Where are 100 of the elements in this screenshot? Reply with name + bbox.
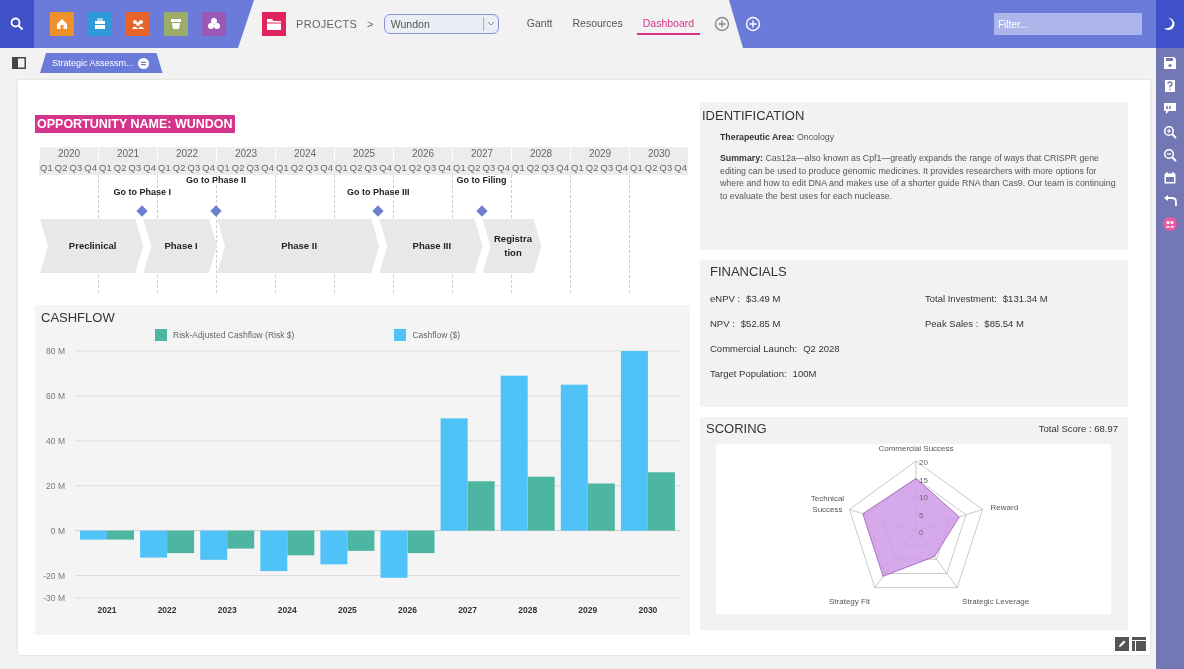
field-value: 100M xyxy=(792,368,817,379)
milestone-label: Go to Phase I xyxy=(113,187,171,197)
scale-label: 10 xyxy=(919,493,928,502)
tab[interactable]: Dashboard xyxy=(636,13,701,35)
field-value: $3.49 M xyxy=(746,293,781,304)
axis-label: 2028 xyxy=(518,605,538,615)
quarter-label: Q1 xyxy=(393,161,408,175)
quarter-label: Q4 xyxy=(83,161,98,175)
quarter-label: Q1 xyxy=(511,161,526,175)
quarter-label: Q4 xyxy=(201,161,216,175)
opportunity-title: OPPORTUNITY NAME: WUNDON xyxy=(35,115,235,133)
breadcrumb-separator: > xyxy=(367,18,374,30)
quarter-label: Q4 xyxy=(496,161,511,175)
quarter-label: Q3 xyxy=(481,161,497,175)
milestone-label: Go to Phase III xyxy=(347,187,410,197)
quarter-label: Q3 xyxy=(422,161,438,175)
breadcrumb[interactable]: PROJECTS xyxy=(296,18,358,30)
view-tab[interactable]: Strategic Assessm... xyxy=(40,53,163,73)
milestone-label: Go to Filing xyxy=(456,175,507,185)
axis-label: Reward xyxy=(990,502,1019,512)
quarter-label: Q4 xyxy=(614,161,629,175)
tab[interactable]: Resources xyxy=(566,13,629,35)
project-select[interactable]: Wundon xyxy=(383,14,499,34)
quarter-label: Q3 xyxy=(540,161,556,175)
axis-label: 2024 xyxy=(277,605,297,615)
quarter-label: Q2 xyxy=(53,161,69,175)
quarter-label: Q4 xyxy=(142,161,157,175)
quarter-label: Q3 xyxy=(245,161,261,175)
quarter-label: Q2 xyxy=(348,161,364,175)
quarter-label: Q3 xyxy=(186,161,202,175)
axis-label: 2025 xyxy=(337,605,357,615)
quarter-label: Q2 xyxy=(584,161,600,175)
axis-label: 2027 xyxy=(458,605,478,615)
axis-label: -20 M xyxy=(43,570,65,581)
phase-chevron: Preclinical xyxy=(40,219,144,273)
field-value: $85.54 M xyxy=(984,318,1024,329)
scale-label: 20 xyxy=(919,458,928,467)
axis-label: Commercial Success xyxy=(878,444,954,453)
quarter-label: Q4 xyxy=(319,161,334,175)
field-value: $131.34 M xyxy=(1002,293,1048,304)
total-score: Total Score : 68.97 xyxy=(1038,423,1118,434)
quarter-label: Q2 xyxy=(525,161,541,175)
info-text: Summary: Cas12a—also known as Cpf1—greatly expands the range of ways that CRISPR gene editing can be used to produce genomic medicines. It provides researchers with more options for where and how to edit DNA and makes use of a shorter guide RNA than Cas9. Our team is continuing to evaluate the best uses for each nuclease. xyxy=(720,151,1117,203)
axis-label: 40 M xyxy=(46,435,65,446)
quarter-label: Q3 xyxy=(658,161,674,175)
quarter-label: Q2 xyxy=(289,161,305,175)
field-label: Target Population: xyxy=(710,368,787,379)
quarter-label: Q4 xyxy=(555,161,570,175)
scale-label: 15 xyxy=(919,475,928,485)
quarter-label: Q4 xyxy=(673,161,688,175)
quarter-label: Q1 xyxy=(98,161,113,175)
axis-label: 0 M xyxy=(50,525,65,536)
quarter-label: Q2 xyxy=(407,161,423,175)
panel-title: IDENTIFICATION xyxy=(702,108,806,123)
field-value: $52.85 M xyxy=(740,318,781,329)
phase-chevron: Registration xyxy=(482,219,542,273)
field-label: Total Investment: xyxy=(925,293,997,304)
phase-chevron: Phase II xyxy=(217,219,380,273)
panel-title: CASHFLOW xyxy=(40,309,116,325)
scale-label: 0 xyxy=(919,528,924,537)
legend-label: Risk-Adjusted Cashflow (Risk $) xyxy=(173,330,295,340)
quarter-label: Q2 xyxy=(466,161,482,175)
quarter-label: Q1 xyxy=(216,161,231,175)
quarter-label: Q3 xyxy=(599,161,615,175)
axis-label: 2026 xyxy=(398,605,417,615)
axis-label: 2021 xyxy=(97,605,117,615)
milestone-label: Go to Phase II xyxy=(186,175,246,185)
axis-label: 2030 xyxy=(638,605,658,615)
tab[interactable]: Gantt xyxy=(520,13,559,35)
quarter-label: Q3 xyxy=(304,161,320,175)
axis-label: 80 M xyxy=(46,346,65,356)
quarter-label: Q2 xyxy=(230,161,246,175)
axis-label: 20 M xyxy=(46,480,65,491)
panel-title: SCORING xyxy=(706,421,767,436)
quarter-label: Q1 xyxy=(157,161,172,175)
field-value: Q2 2028 xyxy=(803,343,840,354)
quarter-label: Q1 xyxy=(570,161,585,175)
axis-label: -30 M xyxy=(43,593,65,603)
phase-chevron: Phase I xyxy=(143,219,217,273)
quarter-label: Q2 xyxy=(112,161,128,175)
quarter-label: Q1 xyxy=(334,161,349,175)
quarter-label: Q4 xyxy=(378,161,393,175)
axis-label: Strategy Fit xyxy=(829,597,870,607)
axis-label: 2029 xyxy=(578,605,598,615)
quarter-label: Q3 xyxy=(127,161,143,175)
quarter-label: Q4 xyxy=(260,161,275,175)
quarter-label: Q1 xyxy=(452,161,467,175)
axis-label: 2022 xyxy=(157,605,177,615)
scale-label: 5 xyxy=(919,510,924,520)
quarter-label: Q3 xyxy=(68,161,84,175)
phase-chevron: Phase III xyxy=(379,219,483,273)
quarter-label: Q3 xyxy=(363,161,379,175)
quarter-label: Q2 xyxy=(171,161,187,175)
legend-label: Cashflow ($) xyxy=(412,330,461,340)
axis-label: Technical Success xyxy=(810,493,845,514)
field-label: Commercial Launch: xyxy=(710,343,798,354)
info-text: Therapeutic Area: Oncology xyxy=(720,131,836,144)
quarter-label: Q2 xyxy=(643,161,659,175)
axis-label: 2023 xyxy=(217,605,237,615)
quarter-label: Q1 xyxy=(629,161,644,175)
